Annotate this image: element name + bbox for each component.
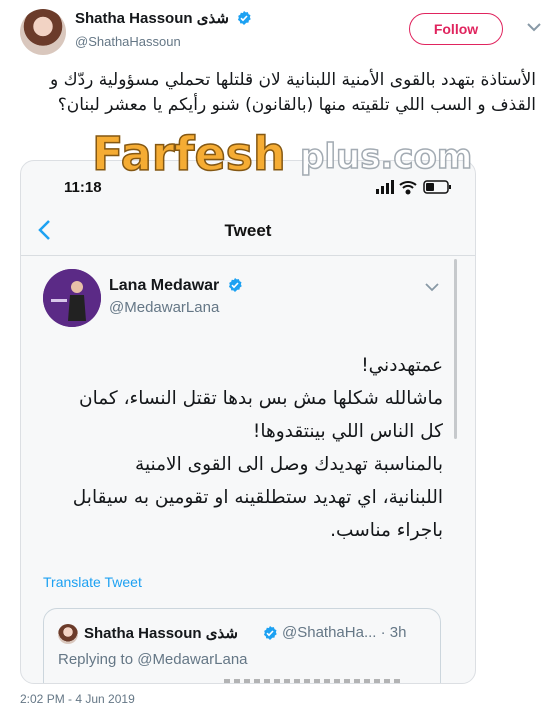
inner-author-avatar[interactable] [43, 269, 101, 327]
quoted-tweet-time: · 3h [380, 624, 407, 641]
verified-badge-icon [237, 11, 251, 25]
inner-tweet-line: باجراء مناسب. [330, 520, 443, 541]
author-handle[interactable]: @ShathaHassoun [75, 34, 181, 49]
verified-badge-icon [228, 278, 242, 292]
quoted-author-name: Shatha Hassoun شذى [84, 625, 238, 642]
inner-author-name-text[interactable]: Lana Medawar [109, 277, 219, 294]
quoted-author-handle: @ShathaHa... [282, 624, 377, 641]
tweet-timestamp[interactable]: 2:02 PM - 4 Jun 2019 [20, 692, 135, 706]
inner-author-handle[interactable]: @MedawarLana [109, 299, 219, 316]
quoted-author-meta: @ShathaHa... · 3h [282, 624, 406, 641]
chevron-down-icon[interactable] [527, 22, 541, 32]
quoted-cutoff-text [224, 679, 404, 683]
battery-icon [423, 180, 451, 194]
inner-author-name[interactable]: Lana Medawar [109, 277, 243, 295]
author-name-text[interactable]: Shatha Hassoun شذى [75, 10, 229, 27]
inner-tweet-line: بالمناسبة تهديدك وصل الى القوى الامنية [135, 454, 443, 475]
inner-tweet-line: ماشالله شكلها مش بس بدها تقتل النساء، كم… [78, 388, 443, 409]
quoted-author-avatar [58, 624, 78, 644]
nav-title: Tweet [224, 221, 272, 240]
signal-icon [376, 180, 394, 194]
verified-badge-icon [263, 626, 277, 640]
translate-tweet-link[interactable]: Translate Tweet [43, 574, 142, 590]
author-avatar[interactable] [20, 9, 66, 55]
inner-tweet-line: كل الناس اللي بينتقدوها! [252, 421, 443, 442]
scrollbar[interactable] [454, 259, 457, 439]
inner-tweet-line: عمتهددني! [361, 355, 443, 376]
nav-divider [21, 255, 475, 256]
follow-button[interactable]: Follow [409, 13, 503, 45]
status-bar-time: 11:18 [64, 179, 102, 196]
author-name[interactable]: Shatha Hassoun شذى [75, 9, 252, 27]
avatar-figure [43, 269, 101, 327]
tweet-text: الأستاذة بتهدد بالقوى الأمنية اللبنانية … [49, 70, 536, 115]
chevron-down-icon[interactable] [425, 283, 439, 292]
quoted-tweet[interactable]: Shatha Hassoun شذى @ShathaHa... · 3h Rep… [43, 608, 441, 683]
embedded-screenshot: 11:18 Tweet Lana Medawar @MedawarLana عم… [20, 160, 476, 684]
inner-tweet-body: عمتهددني! ماشالله شكلها مش بس بدها تقتل … [43, 349, 443, 547]
wifi-icon [399, 181, 417, 195]
tweet-header: Shatha Hassoun شذى @ShathaHassoun Follow [0, 0, 560, 60]
quoted-reply-context: Replying to @MedawarLana [58, 651, 248, 668]
inner-tweet-line: اللبنانية، اي تهديد ستطلقينه او تقومين ب… [72, 487, 443, 508]
status-bar-icons [376, 180, 451, 195]
